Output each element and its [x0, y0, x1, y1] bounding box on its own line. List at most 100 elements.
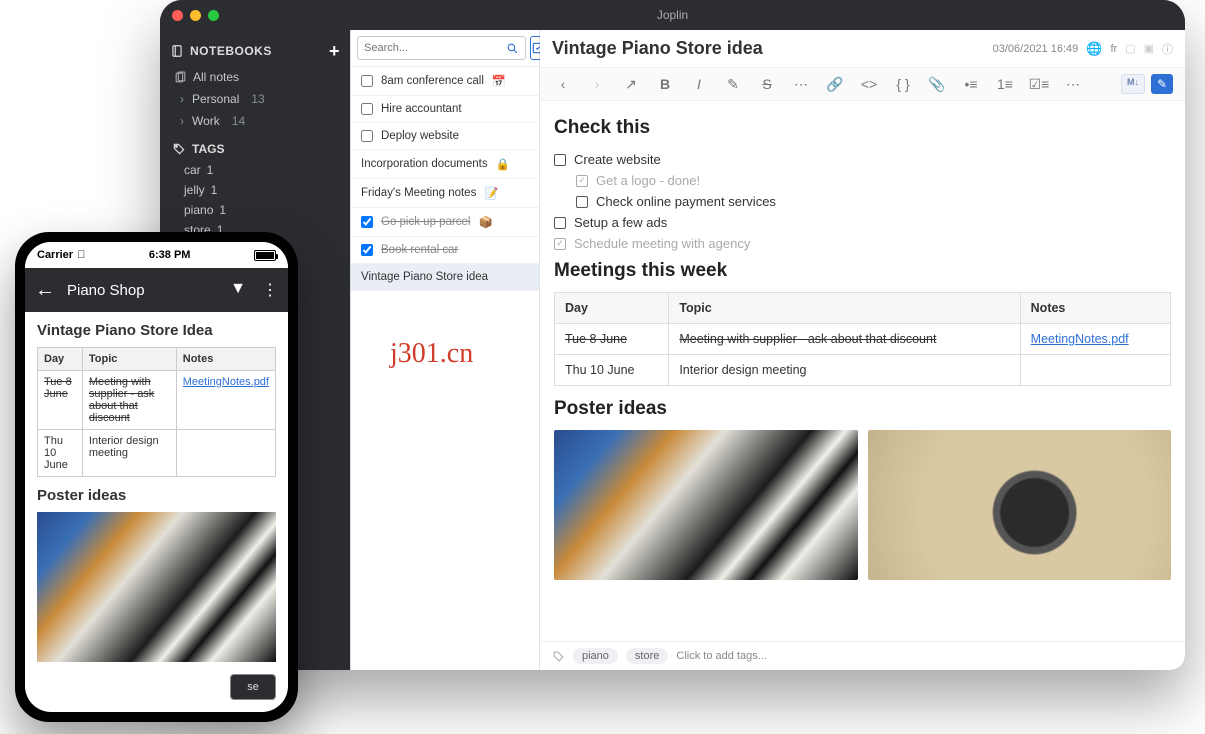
- note-list-item[interactable]: Vintage Piano Store idea: [351, 264, 539, 291]
- search-icon: [506, 42, 519, 55]
- checklist-item[interactable]: Setup a few ads: [554, 212, 1171, 233]
- note-checkbox[interactable]: [361, 216, 373, 228]
- folder-count: 14: [232, 114, 245, 128]
- phone-overlay-button[interactable]: se: [230, 674, 276, 700]
- attach-icon[interactable]: 📎: [926, 74, 948, 94]
- editor: Vintage Piano Store idea 03/06/2021 16:4…: [540, 30, 1185, 670]
- note-checkbox[interactable]: [361, 244, 373, 256]
- tag-chip[interactable]: store: [626, 648, 668, 664]
- note-label: Go pick up parcel: [381, 216, 471, 228]
- cell-day: Tue 8 June: [555, 324, 669, 355]
- link-icon[interactable]: 🔗: [824, 74, 846, 94]
- info-icon[interactable]: ⓘ: [1162, 41, 1173, 57]
- chevron-right-icon: ›: [180, 92, 184, 106]
- note-label: Incorporation documents: [361, 158, 488, 170]
- checklist-item[interactable]: Check online payment services: [576, 191, 1171, 212]
- markdown-toggle[interactable]: M↓: [1121, 74, 1145, 94]
- checkbox-icon[interactable]: ✓: [554, 238, 566, 250]
- tag-bar[interactable]: piano store Click to add tags...: [540, 641, 1185, 670]
- tag-label: jelly: [184, 183, 205, 197]
- notes-link[interactable]: MeetingNotes.pdf: [1031, 332, 1129, 346]
- chevron-right-icon: ›: [180, 114, 184, 128]
- codeblock-icon[interactable]: { }: [892, 74, 914, 94]
- back-button[interactable]: ←: [35, 279, 55, 302]
- phone-device: Carrier 􀙇 6:38 PM ← Piano Shop ▼ ⋮ Vinta…: [15, 232, 298, 722]
- checklist-label: Setup a few ads: [574, 215, 667, 230]
- globe-icon[interactable]: 🌐: [1086, 41, 1102, 57]
- cell-topic: Interior design meeting: [669, 355, 1020, 386]
- layout-icon[interactable]: ▢: [1125, 42, 1135, 55]
- tag-car[interactable]: car1: [160, 160, 350, 180]
- note-content[interactable]: Check this Create website✓Get a logo - d…: [540, 101, 1185, 641]
- close-icon[interactable]: [172, 10, 183, 21]
- tag-count: 1: [211, 183, 218, 197]
- dropdown-icon[interactable]: ▼: [230, 280, 246, 300]
- search-input[interactable]: [357, 36, 526, 60]
- sidebar-item-work[interactable]: › Work 14: [160, 110, 350, 132]
- forward-button[interactable]: ›: [586, 74, 608, 94]
- tag-chip[interactable]: piano: [573, 648, 618, 664]
- more-icon[interactable]: ⋯: [1062, 74, 1084, 94]
- strike-button[interactable]: S: [756, 74, 778, 94]
- add-notebook-button[interactable]: +: [329, 42, 340, 60]
- note-list-item[interactable]: Friday's Meeting notes📝: [351, 179, 539, 208]
- checklist-item[interactable]: ✓ Get a logo - done!: [576, 170, 1171, 191]
- note-list-item[interactable]: Hire accountant: [351, 96, 539, 123]
- checkbox-icon[interactable]: [576, 196, 588, 208]
- cell-notes: [1020, 355, 1170, 386]
- ul-icon[interactable]: •≡: [960, 74, 982, 94]
- more-icon[interactable]: ⋯: [790, 74, 812, 94]
- code-icon[interactable]: <>: [858, 74, 880, 94]
- bold-button[interactable]: B: [654, 74, 676, 94]
- external-link-icon[interactable]: ↗: [620, 74, 642, 94]
- notebook-icon: [170, 44, 184, 58]
- tag-piano[interactable]: piano1: [160, 200, 350, 220]
- sidebar-all-notes[interactable]: All notes: [160, 66, 350, 88]
- checkbox-icon[interactable]: ✓: [576, 175, 588, 187]
- folder-label: Work: [192, 114, 220, 128]
- cell-topic: Interior design meeting: [82, 430, 176, 477]
- note-checkbox[interactable]: [361, 130, 373, 142]
- tags-label: TAGS: [192, 142, 224, 156]
- search-field[interactable]: [364, 42, 506, 54]
- tag-placeholder[interactable]: Click to add tags...: [676, 650, 767, 662]
- status-bar: Carrier 􀙇 6:38 PM: [25, 242, 288, 268]
- note-checkbox[interactable]: [361, 75, 373, 87]
- note-list-item[interactable]: Book rental car: [351, 237, 539, 264]
- note-checkbox[interactable]: [361, 103, 373, 115]
- checklist-item[interactable]: ✓Schedule meeting with agency: [554, 233, 1171, 254]
- menu-icon[interactable]: ⋮: [262, 280, 278, 300]
- ol-icon[interactable]: 1≡: [994, 74, 1016, 94]
- note-list-item[interactable]: Incorporation documents🔒: [351, 150, 539, 179]
- sidebar-item-personal[interactable]: › Personal 13: [160, 88, 350, 110]
- tag-jelly[interactable]: jelly 1: [160, 180, 350, 200]
- spell-lang[interactable]: fr: [1110, 43, 1117, 55]
- note-label: Deploy website: [381, 130, 459, 142]
- note-list-item[interactable]: Deploy website: [351, 123, 539, 150]
- notes-link[interactable]: MeetingNotes.pdf: [183, 376, 269, 388]
- checklist-item[interactable]: Create website: [554, 149, 1171, 170]
- checkbox-icon[interactable]: [554, 217, 566, 229]
- phone-note-body[interactable]: Vintage Piano Store Idea DayTopicNotes T…: [25, 312, 288, 712]
- back-button[interactable]: ‹: [552, 74, 574, 94]
- checklist-icon[interactable]: ☑≡: [1028, 74, 1050, 94]
- edit-toggle[interactable]: ✎: [1151, 74, 1173, 94]
- note-title[interactable]: Vintage Piano Store idea: [552, 38, 763, 59]
- phone-navbar: ← Piano Shop ▼ ⋮: [25, 268, 288, 312]
- poster-image-turntable: [868, 430, 1172, 580]
- table-header: Notes: [176, 348, 275, 371]
- note-list-item[interactable]: Go pick up parcel📦: [351, 208, 539, 237]
- maximize-icon[interactable]: [208, 10, 219, 21]
- minimize-icon[interactable]: [190, 10, 201, 21]
- layout-icon[interactable]: ▣: [1144, 42, 1154, 55]
- table-row: Thu 10 JuneInterior design meeting: [555, 355, 1171, 386]
- checkbox-icon[interactable]: [554, 154, 566, 166]
- note-list-item[interactable]: 8am conference call📅: [351, 67, 539, 96]
- checklist-label: Get a logo - done!: [596, 173, 700, 188]
- highlight-button[interactable]: ✎: [722, 74, 744, 94]
- cell-topic: Meeting with supplier - ask about that d…: [669, 324, 1020, 355]
- wifi-icon: 􀙇: [77, 249, 85, 261]
- editor-toolbar: ‹ › ↗ B I ✎ S ⋯ 🔗 <> { } 📎 •≡ 1≡ ☑≡ ⋯ M↓…: [540, 67, 1185, 101]
- italic-button[interactable]: I: [688, 74, 710, 94]
- cell-day: Tue 8 June: [38, 371, 83, 430]
